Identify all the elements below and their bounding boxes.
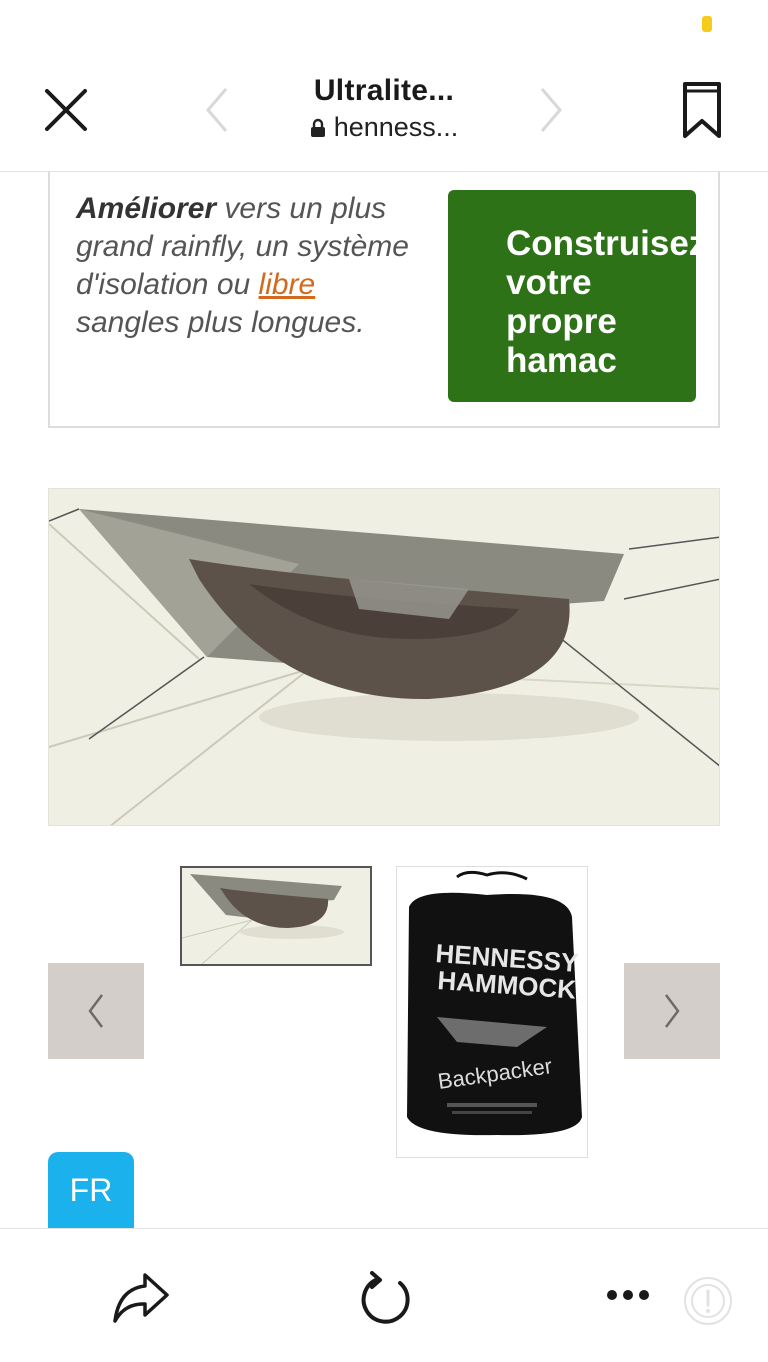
bookmark-button[interactable]: [672, 78, 732, 142]
hammock-with-rainfly-image[interactable]: [48, 488, 720, 826]
hammock-thumbnail[interactable]: [180, 866, 372, 966]
share-icon: [113, 1273, 169, 1323]
status-bar: [0, 0, 768, 60]
build-button-label: Construisez votre propre hamac: [506, 224, 696, 380]
gallery-previous-button[interactable]: [48, 963, 144, 1059]
build-your-hammock-button[interactable]: Construisez votre propre hamac: [448, 190, 696, 402]
accessibility-info-button[interactable]: [680, 1273, 736, 1329]
browser-header: Ultralite... henness...: [0, 60, 768, 172]
refresh-button[interactable]: [350, 1263, 420, 1333]
back-button[interactable]: [192, 80, 242, 140]
chevron-left-icon: [206, 88, 228, 132]
upgrade-description: Améliorer vers un plus grand rainfly, un…: [76, 190, 426, 342]
lock-icon: [310, 118, 325, 137]
gallery-next-button[interactable]: [624, 963, 720, 1059]
upgrade-text-2: sangles plus longues.: [76, 306, 365, 339]
status-indicator: [702, 16, 712, 32]
refresh-icon: [361, 1271, 410, 1324]
chevron-left-icon: [88, 994, 103, 1028]
page-title: Ultralite...: [313, 74, 455, 107]
bookmark-icon: [683, 82, 721, 138]
language-selector-button[interactable]: FR: [48, 1152, 134, 1228]
hammock-thumbnail-image: [182, 868, 370, 964]
close-button[interactable]: [36, 80, 96, 140]
libre-link[interactable]: libre: [259, 268, 316, 301]
more-icon: [607, 1290, 649, 1300]
page-title-block[interactable]: Ultralite... henness...: [250, 74, 518, 143]
forward-button[interactable]: [526, 80, 576, 140]
upgrade-bold-text: Améliorer: [76, 192, 217, 225]
stuff-sack-image: HENNESSY HAMMOCK Backpacker: [397, 867, 587, 1157]
info-icon: [684, 1277, 732, 1325]
upgrade-promo-box: Améliorer vers un plus grand rainfly, un…: [48, 172, 720, 428]
page-url-text: henness...: [333, 112, 459, 142]
share-button[interactable]: [106, 1263, 176, 1333]
page-url: henness...: [250, 112, 518, 143]
more-button[interactable]: [596, 1275, 660, 1315]
chevron-right-icon: [665, 994, 680, 1028]
bottom-toolbar: [0, 1228, 768, 1362]
stuff-sack-thumbnail[interactable]: HENNESSY HAMMOCK Backpacker: [396, 866, 588, 1158]
hammock-illustration: [49, 489, 719, 825]
chevron-right-icon: [540, 88, 562, 132]
close-icon: [45, 89, 87, 131]
